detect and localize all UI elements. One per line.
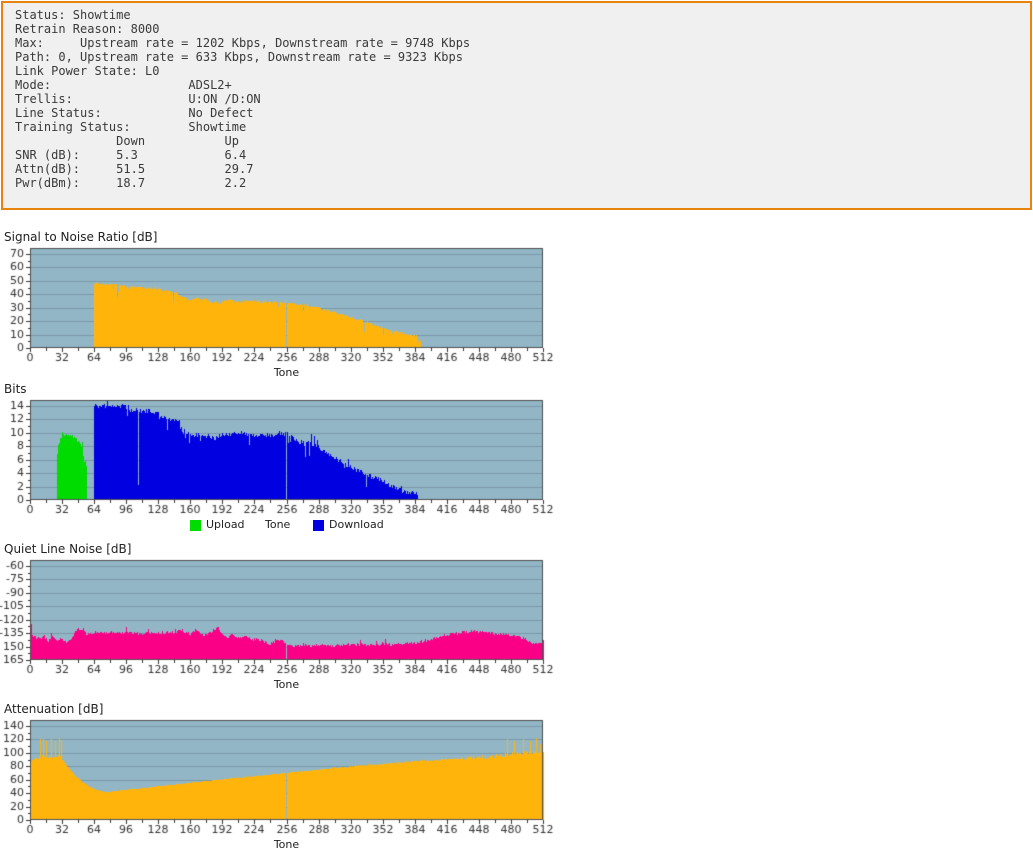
- status-table-header: Down Up: [15, 134, 239, 148]
- bits-chart-canvas: [0, 396, 560, 518]
- attenuation-chart-canvas: [0, 716, 560, 838]
- bits-x-axis-label: Tone: [265, 518, 291, 531]
- status-line-path-rates: Path: 0, Upstream rate = 633 Kbps, Downs…: [15, 50, 463, 64]
- status-line-pwr: Pwr(dBm): 18.7 2.2: [15, 176, 247, 190]
- bits-chart-title: Bits: [4, 382, 27, 396]
- attenuation-chart-title: Attenuation [dB]: [4, 702, 104, 716]
- download-legend-item: Download: [313, 519, 384, 531]
- status-line-training-status: Training Status: Showtime: [15, 120, 247, 134]
- status-line-link-power-state: Link Power State: L0: [15, 64, 160, 78]
- status-line-max-rates: Max: Upstream rate = 1202 Kbps, Downstre…: [15, 36, 471, 50]
- charts-section: Signal to Noise Ratio [dB] Tone Bits Upl…: [0, 230, 1033, 852]
- status-line-line-status: Line Status: No Defect: [15, 106, 254, 120]
- upload-legend-label: Upload: [206, 518, 245, 531]
- upload-legend-item: Upload: [190, 519, 245, 531]
- download-legend-swatch: [313, 519, 324, 531]
- qln-chart: Quiet Line Noise [dB] Tone: [0, 542, 580, 692]
- download-legend-label: Download: [329, 518, 384, 531]
- status-line-mode: Mode: ADSL2+: [15, 78, 232, 92]
- snr-chart-title: Signal to Noise Ratio [dB]: [4, 230, 158, 244]
- snr-x-axis-label: Tone: [273, 366, 300, 379]
- upload-legend-swatch: [190, 519, 201, 531]
- bits-legend: Upload Tone Download: [0, 518, 580, 534]
- qln-chart-canvas: [0, 556, 560, 678]
- qln-chart-title: Quiet Line Noise [dB]: [4, 542, 132, 556]
- attenuation-chart: Attenuation [dB] Tone: [0, 702, 580, 852]
- status-line-snr: SNR (dB): 5.3 6.4: [15, 148, 247, 162]
- attenuation-x-axis-label: Tone: [273, 838, 300, 851]
- dsl-status-page: Status: Showtime Retrain Reason: 8000 Ma…: [0, 1, 1033, 852]
- status-line-trellis: Trellis: U:ON /D:ON: [15, 92, 261, 106]
- status-line-attn: Attn(dB): 51.5 29.7: [15, 162, 254, 176]
- bits-chart: Bits Upload Tone Download: [0, 382, 580, 534]
- snr-chart: Signal to Noise Ratio [dB] Tone: [0, 230, 580, 380]
- dsl-status-summary: Status: Showtime Retrain Reason: 8000 Ma…: [1, 1, 1032, 210]
- snr-chart-canvas: [0, 244, 560, 366]
- qln-x-axis-label: Tone: [273, 678, 300, 691]
- status-line-status: Status: Showtime: [15, 8, 131, 22]
- status-line-retrain-reason: Retrain Reason: 8000: [15, 22, 160, 36]
